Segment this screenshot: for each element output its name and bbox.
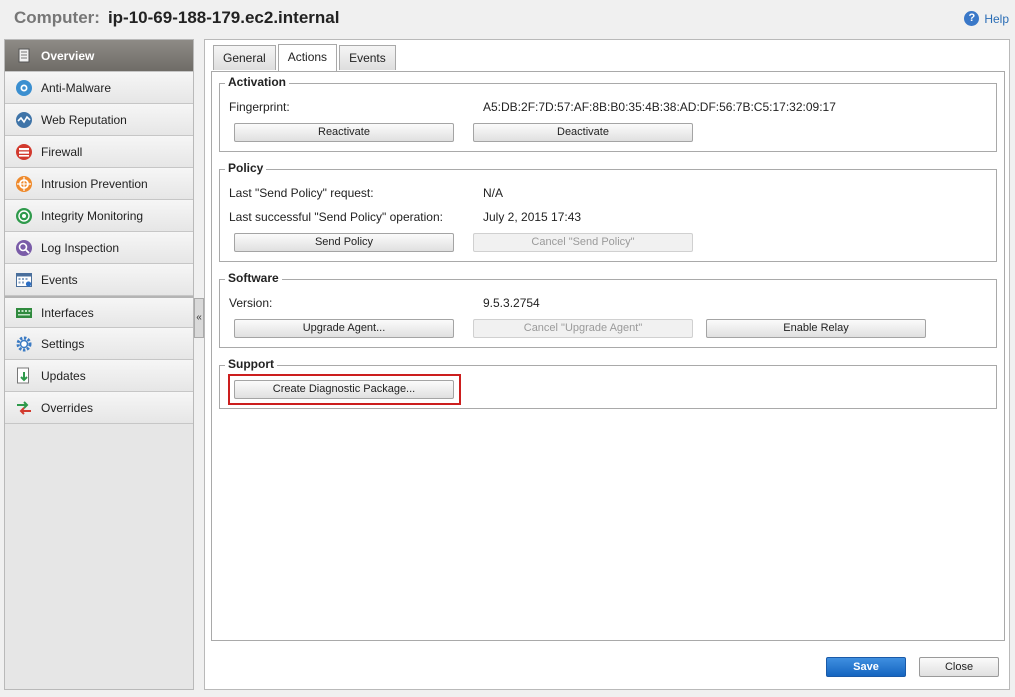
version-label: Version:	[229, 296, 273, 310]
sidebar: Overview Anti-Malware Web Reputation Fir…	[4, 39, 194, 690]
sidebar-item-web-reputation[interactable]: Web Reputation	[5, 104, 193, 136]
fingerprint-label: Fingerprint:	[229, 100, 290, 114]
page-title: Computer: ip-10-69-188-179.ec2.internal	[14, 8, 339, 28]
firewall-icon	[15, 143, 33, 161]
actions-tab-panel: Activation Fingerprint: A5:DB:2F:7D:57:A…	[211, 71, 1005, 641]
events-icon	[15, 271, 33, 289]
cancel-upgrade-agent-button[interactable]: Cancel "Upgrade Agent"	[473, 319, 693, 338]
last-success-value: July 2, 2015 17:43	[483, 210, 582, 224]
intrusion-prevention-icon	[15, 175, 33, 193]
sidebar-item-label: Settings	[41, 336, 85, 351]
sidebar-item-log-inspection[interactable]: Log Inspection	[5, 232, 193, 264]
main-panel: General Actions Events Activation Finger…	[204, 39, 1010, 690]
cancel-send-policy-button[interactable]: Cancel "Send Policy"	[473, 233, 693, 252]
sidebar-item-firewall[interactable]: Firewall	[5, 136, 193, 168]
updates-icon	[15, 367, 33, 385]
settings-icon	[15, 335, 33, 353]
tab-bar: General Actions Events	[213, 44, 398, 71]
sidebar-item-label: Overview	[41, 48, 95, 63]
sidebar-item-intrusion-prevention[interactable]: Intrusion Prevention	[5, 168, 193, 200]
sidebar-item-interfaces[interactable]: Interfaces	[5, 296, 193, 328]
integrity-monitoring-icon	[15, 207, 33, 225]
sidebar-item-label: Interfaces	[41, 305, 94, 320]
sidebar-item-label: Web Reputation	[41, 112, 127, 127]
help-icon: ?	[964, 11, 980, 26]
sidebar-item-label: Anti-Malware	[41, 80, 112, 95]
activation-section: Activation Fingerprint: A5:DB:2F:7D:57:A…	[219, 75, 997, 152]
tab-general[interactable]: General	[213, 45, 276, 70]
policy-title: Policy	[225, 161, 267, 175]
sidebar-item-label: Integrity Monitoring	[41, 208, 144, 223]
last-request-value: N/A	[483, 186, 504, 200]
send-policy-button[interactable]: Send Policy	[234, 233, 454, 252]
activation-title: Activation	[225, 75, 290, 89]
close-button[interactable]: Close	[919, 657, 999, 677]
support-title: Support	[225, 357, 277, 371]
sidebar-collapse-handle[interactable]: «	[194, 298, 204, 338]
fingerprint-value: A5:DB:2F:7D:57:AF:8B:B0:35:4B:38:AD:DF:5…	[483, 100, 836, 114]
software-title: Software	[225, 271, 282, 285]
computer-hostname: ip-10-69-188-179.ec2.internal	[107, 8, 340, 27]
sidebar-item-anti-malware[interactable]: Anti-Malware	[5, 72, 193, 104]
support-section: Support Create Diagnostic Package...	[219, 357, 997, 409]
sidebar-item-overrides[interactable]: Overrides	[5, 392, 193, 424]
sidebar-item-events[interactable]: Events	[5, 264, 193, 296]
help-link[interactable]: ? Help	[964, 11, 1009, 26]
software-section: Software Version: 9.5.3.2754 Upgrade Age…	[219, 271, 997, 348]
overview-icon	[15, 47, 33, 65]
save-button[interactable]: Save	[826, 657, 906, 677]
enable-relay-button[interactable]: Enable Relay	[706, 319, 926, 338]
sidebar-item-label: Log Inspection	[41, 240, 120, 255]
sidebar-item-label: Overrides	[41, 400, 94, 415]
last-success-label: Last successful "Send Policy" operation:	[229, 210, 443, 224]
web-reputation-icon	[15, 111, 33, 129]
sidebar-item-label: Intrusion Prevention	[41, 176, 148, 191]
upgrade-agent-button[interactable]: Upgrade Agent...	[234, 319, 454, 338]
title-label: Computer:	[14, 8, 100, 27]
sidebar-item-label: Events	[41, 272, 78, 287]
policy-section: Policy Last "Send Policy" request: N/A L…	[219, 161, 997, 262]
log-inspection-icon	[15, 239, 33, 257]
tab-actions[interactable]: Actions	[277, 44, 338, 71]
sidebar-item-label: Firewall	[41, 144, 83, 159]
help-label: Help	[984, 11, 1009, 26]
sidebar-item-settings[interactable]: Settings	[5, 328, 193, 360]
last-request-label: Last "Send Policy" request:	[229, 186, 374, 200]
reactivate-button[interactable]: Reactivate	[234, 123, 454, 142]
version-value: 9.5.3.2754	[483, 296, 540, 310]
anti-malware-icon	[15, 79, 33, 97]
interfaces-icon	[15, 304, 33, 322]
deactivate-button[interactable]: Deactivate	[473, 123, 693, 142]
sidebar-item-integrity-monitoring[interactable]: Integrity Monitoring	[5, 200, 193, 232]
tab-events[interactable]: Events	[339, 45, 396, 70]
sidebar-item-overview[interactable]: Overview	[5, 40, 193, 72]
sidebar-item-updates[interactable]: Updates	[5, 360, 193, 392]
page-header: Computer: ip-10-69-188-179.ec2.internal ?…	[0, 0, 1015, 36]
create-diagnostic-package-button[interactable]: Create Diagnostic Package...	[234, 380, 454, 399]
overrides-icon	[15, 399, 33, 417]
sidebar-item-label: Updates	[41, 368, 86, 383]
